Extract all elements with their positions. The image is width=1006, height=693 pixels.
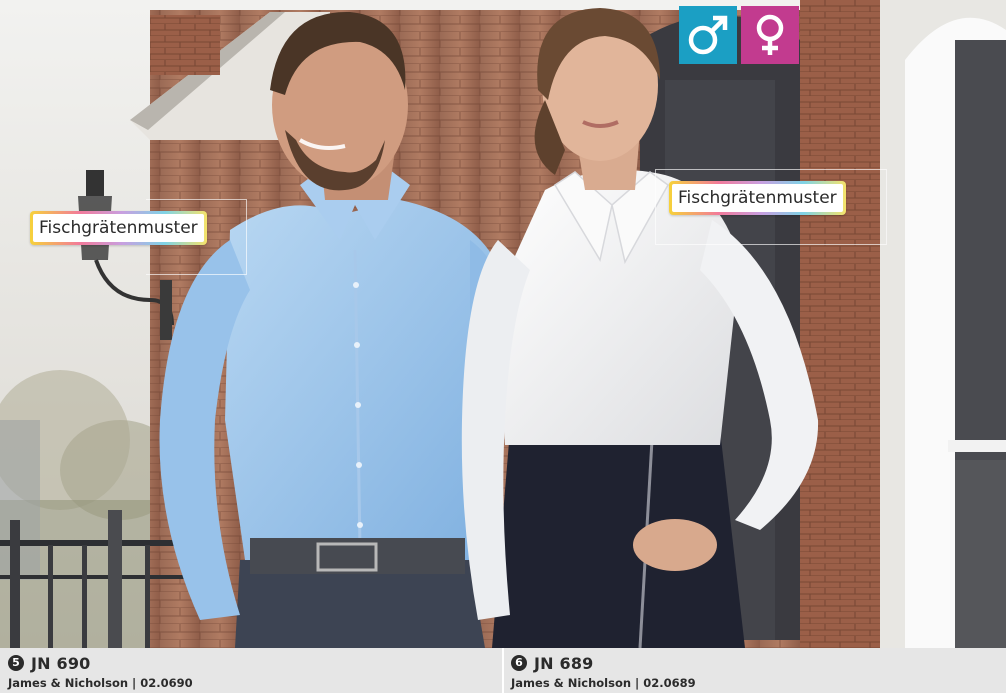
- model-number: JN 690: [31, 653, 91, 673]
- female-badge: [741, 6, 799, 64]
- brand-article-code: James & Nicholson | 02.0690: [8, 676, 193, 690]
- catalog-page: Fischgrätenmuster Fischgrätenmuster 5 JN…: [0, 0, 1006, 693]
- feature-tag-label: Fischgrätenmuster: [672, 184, 843, 212]
- male-badge: [679, 6, 737, 64]
- male-symbol-icon: [688, 15, 728, 55]
- item-number-badge: 5: [8, 655, 24, 671]
- item-number-badge: 6: [511, 655, 527, 671]
- product-caption-2: 6 JN 689 James & Nicholson | 02.0689: [511, 652, 696, 692]
- feature-tag-herringbone-left: Fischgrätenmuster: [30, 211, 207, 245]
- caption-divider: [502, 648, 504, 693]
- product-caption-1: 5 JN 690 James & Nicholson | 02.0690: [8, 652, 193, 692]
- product-photo: [0, 0, 1006, 648]
- feature-tag-herringbone-right: Fischgrätenmuster: [669, 181, 846, 215]
- brand-article-code: James & Nicholson | 02.0689: [511, 676, 696, 690]
- model-number: JN 689: [534, 653, 594, 673]
- feature-tag-label: Fischgrätenmuster: [33, 214, 204, 242]
- female-symbol-icon: [756, 14, 784, 55]
